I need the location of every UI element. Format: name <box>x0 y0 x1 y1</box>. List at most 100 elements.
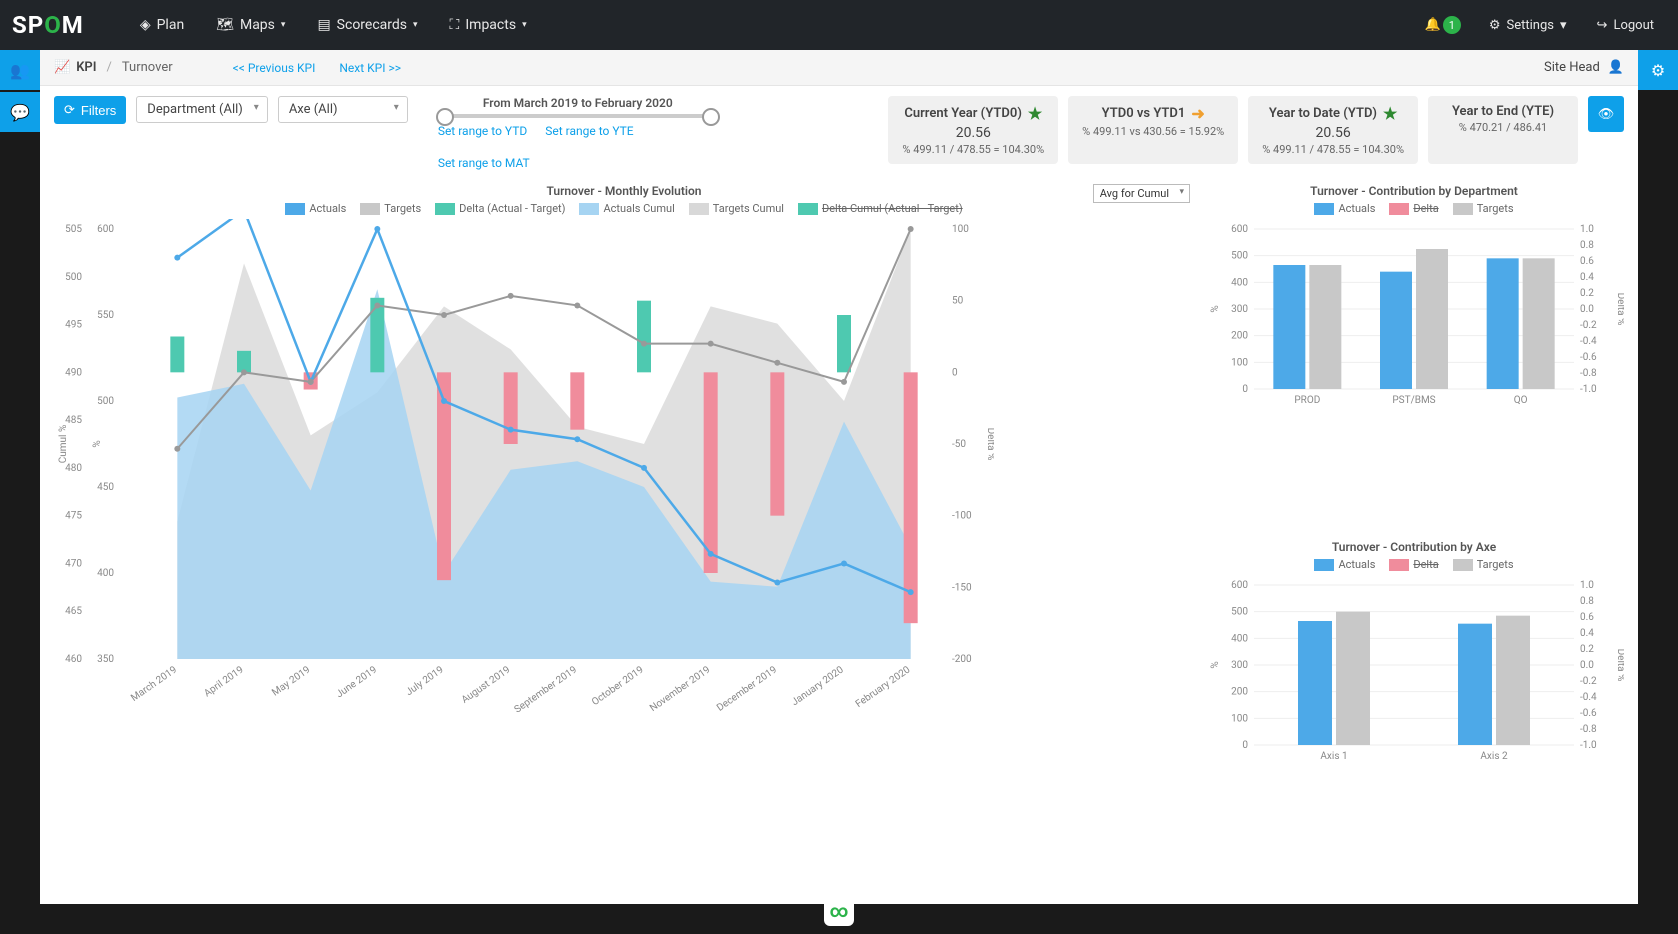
svg-text:%: % <box>92 440 103 447</box>
svg-text:August 2019: August 2019 <box>460 664 513 705</box>
card-ytd0: Current Year (YTD0)★ 20.56 % 499.11 / 47… <box>888 96 1058 164</box>
filters-button[interactable]: ⟳ Filters <box>54 96 126 124</box>
range-label: From March 2019 to February 2020 <box>438 96 718 110</box>
svg-text:500: 500 <box>97 396 114 407</box>
notifications-button[interactable]: 🔔1 <box>1415 16 1471 34</box>
content: 📈 KPI / Turnover << Previous KPI Next KP… <box>40 50 1638 904</box>
users-icon[interactable]: 👥 <box>0 50 40 90</box>
svg-text:500: 500 <box>1231 251 1248 262</box>
svg-text:Delta %: Delta % <box>1615 293 1624 326</box>
prev-kpi-link[interactable]: << Previous KPI <box>233 61 316 75</box>
svg-text:March 2019: March 2019 <box>129 664 179 704</box>
star-icon: ★ <box>1383 104 1397 123</box>
svg-text:495: 495 <box>65 320 82 331</box>
svg-text:0.0: 0.0 <box>1580 304 1594 315</box>
svg-text:Cumul %: Cumul % <box>58 425 69 464</box>
svg-text:0.6: 0.6 <box>1580 256 1594 267</box>
svg-text:505: 505 <box>65 224 82 235</box>
svg-text:PROD: PROD <box>1294 395 1320 406</box>
svg-text:June 2019: June 2019 <box>334 664 379 700</box>
svg-text:-0.8: -0.8 <box>1580 724 1597 735</box>
svg-text:0.8: 0.8 <box>1580 596 1594 607</box>
config-icon[interactable]: ⚙ <box>1638 50 1678 90</box>
svg-text:350: 350 <box>97 654 114 665</box>
dept-chart: Turnover - Contribution by Department Ac… <box>1204 184 1624 534</box>
nav-maps[interactable]: 🗺 Maps ▾ <box>200 17 301 33</box>
svg-text:-150: -150 <box>952 582 972 593</box>
left-rail: 👥 💬 <box>0 50 40 132</box>
department-select[interactable]: Department (All) <box>136 96 268 123</box>
svg-text:480: 480 <box>65 463 82 474</box>
svg-text:-50: -50 <box>952 439 966 450</box>
svg-text:550: 550 <box>97 310 114 321</box>
svg-text:1.0: 1.0 <box>1580 224 1594 235</box>
svg-text:470: 470 <box>65 558 82 569</box>
svg-text:465: 465 <box>65 606 82 617</box>
svg-text:100: 100 <box>1231 713 1248 724</box>
svg-text:400: 400 <box>1231 633 1248 644</box>
card-ytd: Year to Date (YTD)★ 20.56 % 499.11 / 478… <box>1248 96 1418 164</box>
range-mat[interactable]: Set range to MAT <box>438 156 530 170</box>
svg-text:1.0: 1.0 <box>1580 580 1594 591</box>
breadcrumb-title: Turnover <box>122 60 173 75</box>
svg-text:0.0: 0.0 <box>1580 660 1594 671</box>
next-kpi-link[interactable]: Next KPI >> <box>339 61 401 75</box>
svg-text:0.2: 0.2 <box>1580 288 1594 299</box>
svg-text:April 2019: April 2019 <box>202 664 245 699</box>
svg-text:600: 600 <box>1231 580 1248 591</box>
svg-text:0: 0 <box>952 367 958 378</box>
svg-text:-0.6: -0.6 <box>1580 352 1597 363</box>
toolbar: ⟳ Filters Department (All) Axe (All) Fro… <box>40 86 1638 180</box>
svg-text:October 2019: October 2019 <box>590 664 646 708</box>
svg-text:%: % <box>1210 305 1221 312</box>
svg-text:Delta %: Delta % <box>1615 649 1624 682</box>
range-ytd[interactable]: Set range to YTD <box>438 124 527 138</box>
svg-text:500: 500 <box>1231 607 1248 618</box>
breadcrumb: 📈 KPI / Turnover << Previous KPI Next KP… <box>40 50 1638 86</box>
svg-text:-0.2: -0.2 <box>1580 320 1597 331</box>
settings-menu[interactable]: ⚙ Settings ▾ <box>1477 18 1579 33</box>
footer-logo: ∞ <box>824 896 854 926</box>
svg-text:460: 460 <box>65 654 82 665</box>
svg-text:400: 400 <box>97 568 114 579</box>
svg-text:50: 50 <box>952 296 964 307</box>
svg-text:-1.0: -1.0 <box>1580 740 1597 751</box>
svg-text:May 2019: May 2019 <box>270 664 312 698</box>
svg-text:-0.4: -0.4 <box>1580 692 1597 703</box>
svg-text:0.4: 0.4 <box>1580 628 1594 639</box>
svg-text:-100: -100 <box>952 511 972 522</box>
range-yte[interactable]: Set range to YTE <box>545 124 633 138</box>
svg-text:December 2019: December 2019 <box>715 664 779 713</box>
card-ytd-vs: YTD0 vs YTD1➜ % 499.11 vs 430.56 = 15.92… <box>1068 96 1238 164</box>
date-range: From March 2019 to February 2020 Set ran… <box>438 96 718 170</box>
svg-text:July 2019: July 2019 <box>404 664 446 698</box>
svg-text:450: 450 <box>97 482 114 493</box>
visibility-button[interactable]: 👁 <box>1588 96 1624 132</box>
svg-text:490: 490 <box>65 367 82 378</box>
main-chart: Turnover - Monthly Evolution Avg for Cum… <box>54 184 1194 890</box>
svg-text:485: 485 <box>65 415 82 426</box>
topbar: SPOM ◈ Plan 🗺 Maps ▾ ▤ Scorecards ▾ ⛶ Im… <box>0 0 1678 50</box>
svg-text:%: % <box>1210 661 1221 668</box>
svg-text:November 2019: November 2019 <box>648 664 712 714</box>
svg-text:February 2020: February 2020 <box>854 664 913 710</box>
svg-text:-0.4: -0.4 <box>1580 336 1597 347</box>
nav-plan[interactable]: ◈ Plan <box>124 17 200 33</box>
arrow-icon: ➜ <box>1191 104 1204 123</box>
logout-button[interactable]: ↪ Logout <box>1585 18 1666 33</box>
main-legend: Actuals Targets Delta (Actual - Target) … <box>54 202 1194 215</box>
svg-text:-0.2: -0.2 <box>1580 676 1597 687</box>
svg-text:100: 100 <box>952 224 969 235</box>
axe-select[interactable]: Axe (All) <box>278 96 408 123</box>
svg-text:Axis 1: Axis 1 <box>1320 751 1347 762</box>
nav-scorecards[interactable]: ▤ Scorecards ▾ <box>301 17 433 33</box>
svg-text:500: 500 <box>65 272 82 283</box>
svg-text:Delta %: Delta % <box>985 428 994 461</box>
svg-text:200: 200 <box>1231 687 1248 698</box>
nav-impacts[interactable]: ⛶ Impacts ▾ <box>434 17 543 33</box>
cumul-select[interactable]: Avg for Cumul <box>1093 184 1190 203</box>
range-slider[interactable] <box>438 114 718 118</box>
svg-text:-1.0: -1.0 <box>1580 384 1597 395</box>
svg-text:0.6: 0.6 <box>1580 612 1594 623</box>
chat-icon[interactable]: 💬 <box>0 92 40 132</box>
